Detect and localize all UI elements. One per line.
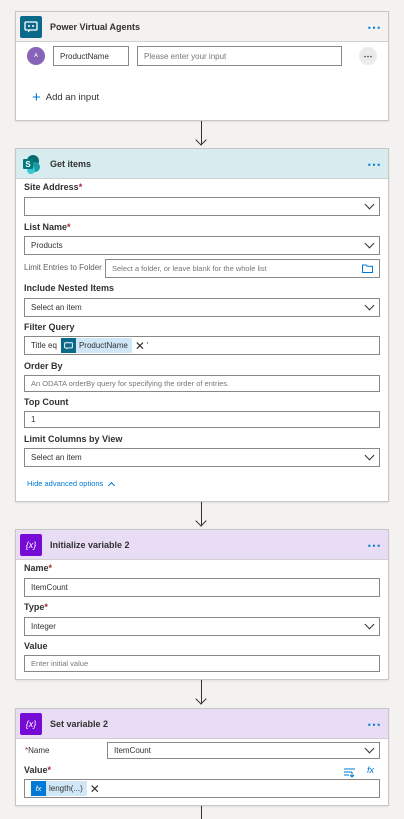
set-variable-card: {x} Set variable 2 ⋯ *Name ItemCount Val… — [15, 708, 389, 806]
pva-card-header[interactable]: Power Virtual Agents ⋯ — [16, 12, 388, 42]
top-count-value: 1 — [31, 415, 36, 424]
pva-chat-icon — [20, 15, 42, 38]
set-variable-name-dropdown[interactable]: ItemCount — [107, 742, 380, 759]
remove-token-close-icon[interactable]: ✕ — [90, 783, 100, 795]
product-name-token[interactable]: ProductName — [60, 338, 132, 353]
pva-trigger-card: Power Virtual Agents ⋯ ᴬ ProductName Ple… — [15, 11, 389, 121]
set-variable-name-label: *Name — [25, 746, 50, 755]
remove-token-close-icon[interactable]: ✕ — [135, 340, 145, 352]
set-variable-card-title: Set variable 2 — [50, 718, 109, 729]
filter-query-prefix: Title eq — [31, 341, 57, 350]
add-input-button[interactable]: + Add an input — [32, 88, 100, 106]
filter-query-label: Filter Query — [24, 322, 75, 332]
nested-items-label: Include Nested Items — [24, 283, 115, 293]
pva-more-options-icon[interactable]: ⋯ — [367, 20, 382, 34]
get-items-card: S Get items ⋯ Site Address* List Name* P… — [15, 148, 389, 502]
initialize-variable-card: {x} Initialize variable 2 ⋯ Name* ItemCo… — [15, 529, 389, 680]
set-variable-more-options-icon[interactable]: ⋯ — [367, 717, 382, 731]
pva-card-title: Power Virtual Agents — [50, 21, 141, 32]
set-variable-value-field[interactable]: fx length(...) ✕ — [24, 779, 380, 798]
list-name-dropdown[interactable]: Products — [24, 236, 380, 255]
flow-connector-arrow-icon — [195, 134, 207, 146]
svg-text:S: S — [25, 160, 31, 169]
variable-name-field[interactable]: ItemCount — [24, 578, 380, 597]
fx-token-icon: fx — [31, 781, 46, 796]
pva-input-row-more-button[interactable]: ⋯ — [359, 47, 377, 65]
pva-input-prompt-field[interactable]: Please enter your input — [137, 46, 342, 66]
variable-icon: {x} — [20, 712, 42, 735]
plus-icon: + — [32, 88, 41, 106]
initialize-variable-more-options-icon[interactable]: ⋯ — [367, 538, 382, 552]
list-name-label: List Name* — [24, 222, 71, 232]
folder-icon[interactable] — [362, 264, 373, 275]
expression-fx-icon[interactable]: fx — [367, 765, 374, 775]
limit-columns-label: Limit Columns by View — [24, 434, 123, 444]
variable-value-label: Value — [24, 641, 48, 651]
hide-advanced-options-label: Hide advanced options — [27, 479, 104, 488]
product-name-token-label: ProductName — [78, 341, 128, 350]
site-address-dropdown[interactable] — [24, 197, 380, 216]
limit-columns-dropdown[interactable]: Select an item — [24, 448, 380, 467]
site-address-label: Site Address* — [24, 182, 83, 192]
chevron-down-icon — [364, 238, 375, 249]
order-by-label: Order By — [24, 361, 63, 371]
variable-type-dropdown[interactable]: Integer — [24, 617, 380, 636]
nested-items-dropdown[interactable]: Select an item — [24, 298, 380, 317]
get-items-card-title: Get items — [50, 158, 92, 169]
pva-input-prompt-placeholder: Please enter your input — [144, 51, 227, 61]
set-variable-value-label: Value* — [24, 765, 52, 775]
limit-entries-field[interactable]: Select a folder, or leave blank for the … — [105, 259, 380, 278]
length-expression-label: length(...) — [49, 784, 83, 793]
flow-connector-line — [201, 806, 202, 819]
variable-icon-glyph: {x} — [25, 718, 37, 729]
chevron-down-icon — [364, 743, 375, 754]
chevron-up-icon — [108, 481, 116, 489]
set-variable-name-value: ItemCount — [114, 746, 151, 755]
row-more-icon: ⋯ — [363, 50, 373, 61]
length-expression-token[interactable]: fx length(...) — [31, 781, 87, 796]
pva-input-name-value: ProductName — [60, 51, 109, 61]
add-input-label: Add an input — [45, 92, 100, 103]
set-variable-card-header[interactable]: {x} Set variable 2 ⋯ — [16, 709, 388, 739]
top-count-field[interactable]: 1 — [24, 411, 380, 428]
list-name-value: Products — [31, 241, 63, 250]
chevron-down-icon — [364, 199, 375, 210]
initialize-variable-card-title: Initialize variable 2 — [50, 539, 130, 550]
sharepoint-icon: S — [20, 153, 42, 175]
get-items-more-options-icon[interactable]: ⋯ — [367, 157, 382, 171]
variable-icon: {x} — [20, 533, 42, 556]
filter-query-field[interactable]: Title eq ProductName ✕ ' — [24, 336, 380, 355]
avatar-icon: ᴬ — [34, 51, 38, 61]
variable-icon-glyph: {x} — [25, 539, 37, 550]
variable-name-value: ItemCount — [31, 583, 68, 592]
flow-connector-arrow-icon — [195, 515, 207, 527]
chevron-down-icon — [364, 450, 375, 461]
top-count-label: Top Count — [24, 397, 69, 407]
filter-query-suffix: ' — [146, 341, 149, 350]
flow-connector-arrow-icon — [195, 693, 207, 705]
hide-advanced-options-link[interactable]: Hide advanced options — [27, 479, 116, 489]
order-by-field[interactable]: An ODATA orderBy query for specifying th… — [24, 375, 380, 392]
nested-items-value: Select an item — [31, 303, 82, 312]
limit-entries-placeholder: Select a folder, or leave blank for the … — [112, 264, 267, 273]
variable-type-label: Type* — [24, 602, 48, 612]
limit-entries-label: Limit Entries to Folder — [24, 263, 102, 272]
pva-input-name-field[interactable]: ProductName — [53, 46, 129, 66]
avatar: ᴬ — [27, 47, 45, 65]
variable-type-value: Integer — [31, 622, 56, 631]
order-by-placeholder: An ODATA orderBy query for specifying th… — [31, 379, 230, 388]
variable-value-field[interactable]: Enter initial value — [24, 655, 380, 672]
chevron-down-icon — [364, 300, 375, 311]
variable-name-label: Name* — [24, 563, 53, 573]
limit-columns-value: Select an item — [31, 453, 82, 462]
chevron-down-icon — [364, 619, 375, 630]
initialize-variable-card-header[interactable]: {x} Initialize variable 2 ⋯ — [16, 530, 388, 560]
variable-value-placeholder: Enter initial value — [31, 659, 89, 668]
get-items-card-header[interactable]: S Get items ⋯ — [16, 149, 388, 179]
pva-token-icon — [60, 338, 76, 353]
